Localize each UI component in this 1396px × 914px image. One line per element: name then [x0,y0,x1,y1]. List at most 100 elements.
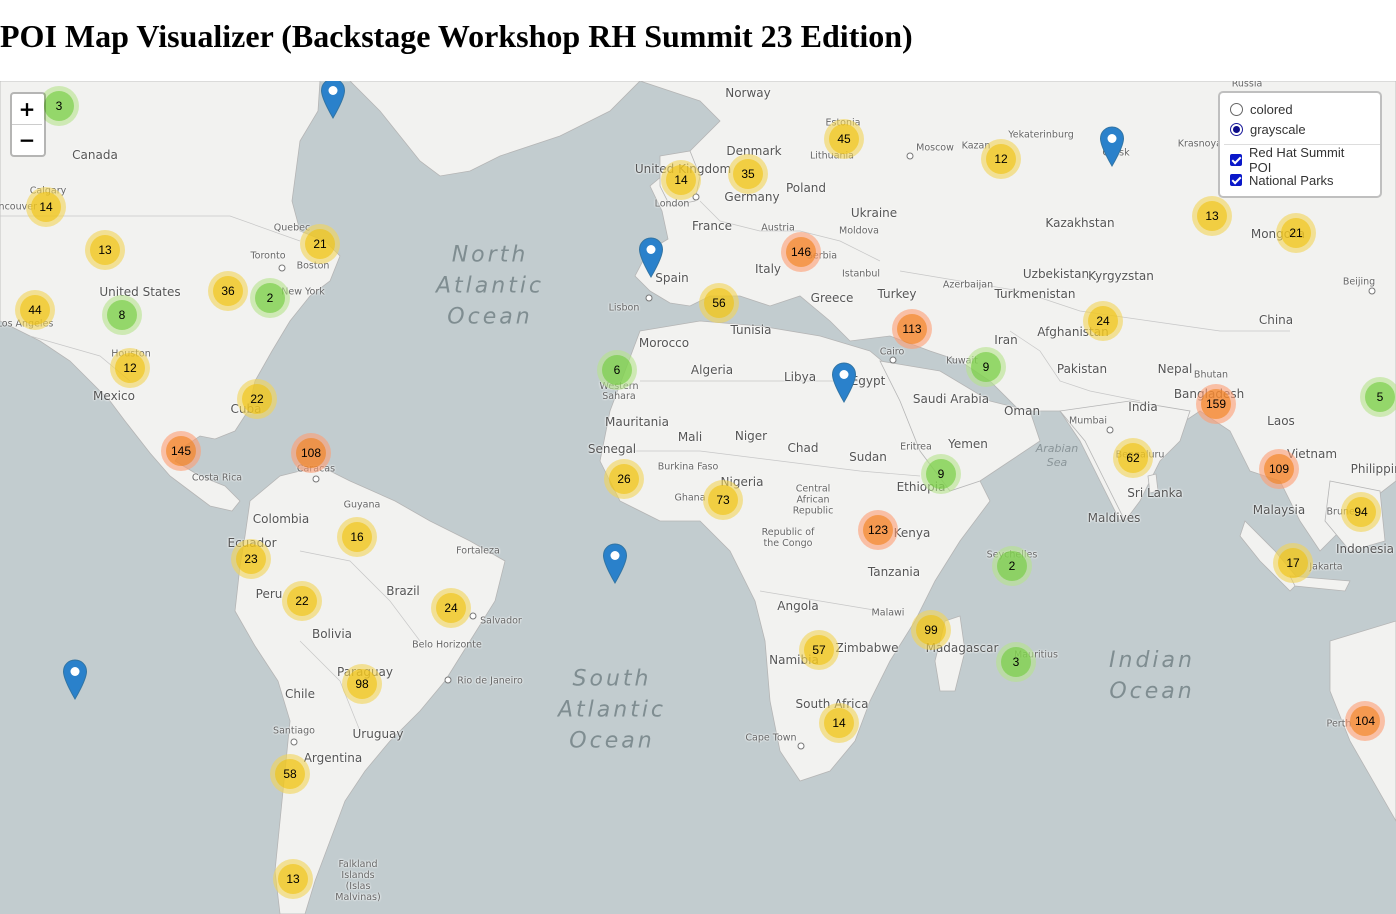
cluster-marker[interactable]: 45 [824,119,864,159]
cluster-marker[interactable]: 9 [966,347,1006,387]
cluster-marker[interactable]: 13 [85,230,125,270]
cluster-marker[interactable]: 13 [1192,196,1232,236]
cluster-marker[interactable]: 24 [431,588,471,628]
checkbox-national-parks[interactable] [1230,174,1242,186]
cluster-marker[interactable]: 113 [892,309,932,349]
zoom-in-button[interactable]: + [12,94,42,125]
cluster-marker[interactable]: 14 [819,703,859,743]
cluster-count: 26 [609,464,639,494]
map-pin-icon[interactable] [320,81,346,119]
city-label: Jakarta [1309,561,1343,573]
cluster-marker[interactable]: 2 [250,278,290,318]
map-pin-icon[interactable] [602,543,628,584]
cluster-marker[interactable]: 5 [1360,377,1396,417]
map-pin-icon[interactable] [638,237,664,278]
cluster-count: 12 [986,144,1016,174]
country-label: Tunisia [730,323,772,337]
cluster-count: 13 [1197,201,1227,231]
cluster-count: 8 [107,300,137,330]
cluster-marker[interactable]: 73 [703,480,743,520]
cluster-count: 5 [1365,382,1395,412]
cluster-marker[interactable]: 2 [992,546,1032,586]
country-label: Maldives [1087,511,1141,525]
sea-label-arabian: Arabian Sea [1035,442,1079,469]
city-label: Belo Horizonte [412,639,482,651]
cluster-marker[interactable]: 14 [26,187,66,227]
cluster-count: 12 [115,353,145,383]
map-pin-icon[interactable] [831,362,857,403]
country-label: Uzbekistan [1022,267,1090,281]
country-label: Uruguay [352,727,404,741]
cluster-count: 14 [31,192,61,222]
cluster-marker[interactable]: 123 [858,510,898,550]
cluster-marker[interactable]: 99 [911,610,951,650]
cluster-marker[interactable]: 109 [1259,449,1299,489]
map-pin-icon[interactable] [1099,126,1125,167]
country-label: Libya [783,370,817,384]
cluster-count: 2 [997,551,1027,581]
checkbox-red-hat-summit-poi[interactable] [1230,154,1242,166]
country-label: Bhutan [1193,369,1229,381]
cluster-count: 2 [255,283,285,313]
cluster-marker[interactable]: 3 [996,642,1036,682]
base-layer-grayscale[interactable]: grayscale [1230,119,1370,139]
country-label: Yemen [948,437,988,451]
cluster-marker[interactable]: 98 [342,664,382,704]
cluster-marker[interactable]: 108 [291,433,331,473]
cluster-marker[interactable]: 12 [981,139,1021,179]
cluster-marker[interactable]: 146 [781,232,821,272]
overlay-red-hat-summit-poi[interactable]: Red Hat Summit POI [1230,145,1370,175]
cluster-marker[interactable]: 16 [337,517,377,557]
cluster-count: 104 [1350,706,1380,736]
city-label: Costa Rica [191,472,243,484]
cluster-marker[interactable]: 57 [799,630,839,670]
cluster-marker[interactable]: 8 [102,295,142,335]
country-label: Turkey [877,287,917,301]
cluster-count: 17 [1278,548,1308,578]
cluster-marker[interactable]: 24 [1083,301,1123,341]
zoom-out-button[interactable]: − [12,125,42,155]
cluster-marker[interactable]: 159 [1196,384,1236,424]
cluster-marker[interactable]: 12 [110,348,150,388]
cluster-marker[interactable]: 58 [270,754,310,794]
radio-grayscale[interactable] [1230,122,1243,136]
base-layer-colored[interactable]: colored [1230,99,1370,119]
cluster-marker[interactable]: 6 [597,350,637,390]
cluster-marker[interactable]: 14 [661,160,701,200]
city-dot-lisbon [645,294,653,302]
cluster-count: 58 [275,759,305,789]
cluster-count: 3 [44,91,74,121]
cluster-marker[interactable]: 13 [273,859,313,899]
cluster-marker[interactable]: 56 [699,283,739,323]
ocean-label-south-atlantic: South Atlantic Ocean [557,666,667,754]
cluster-marker[interactable]: 145 [161,431,201,471]
cluster-marker[interactable]: 104 [1345,701,1385,741]
country-label: Laos [1267,414,1295,428]
country-label: France [692,219,732,233]
cluster-marker[interactable]: 21 [1276,213,1316,253]
cluster-marker[interactable]: 17 [1273,543,1313,583]
cluster-marker[interactable]: 22 [282,581,322,621]
cluster-count: 6 [602,355,632,385]
country-label: Indonesia [1335,542,1395,556]
cluster-marker[interactable]: 44 [15,290,55,330]
country-label: Kyrgyzstan [1088,269,1154,283]
country-label: Nepal [1157,362,1193,376]
page-title: POI Map Visualizer (Backstage Workshop R… [0,18,913,54]
cluster-marker[interactable]: 22 [237,379,277,419]
radio-colored[interactable] [1230,102,1243,116]
map-pin-icon[interactable] [62,659,88,700]
cluster-marker[interactable]: 9 [921,454,961,494]
world-map[interactable]: North Atlantic Ocean South Atlantic Ocean In… [0,81,1396,914]
cluster-marker[interactable]: 62 [1113,438,1153,478]
cluster-marker[interactable]: 21 [300,224,340,264]
cluster-marker[interactable]: 36 [208,271,248,311]
country-label: China [1258,313,1294,327]
country-label: Argentina [303,751,363,765]
cluster-marker[interactable]: 23 [231,539,271,579]
cluster-marker[interactable]: 35 [728,154,768,194]
cluster-marker[interactable]: 26 [604,459,644,499]
city-label: Moscow [916,142,954,154]
cluster-marker[interactable]: 94 [1341,492,1381,532]
cluster-count: 57 [804,635,834,665]
